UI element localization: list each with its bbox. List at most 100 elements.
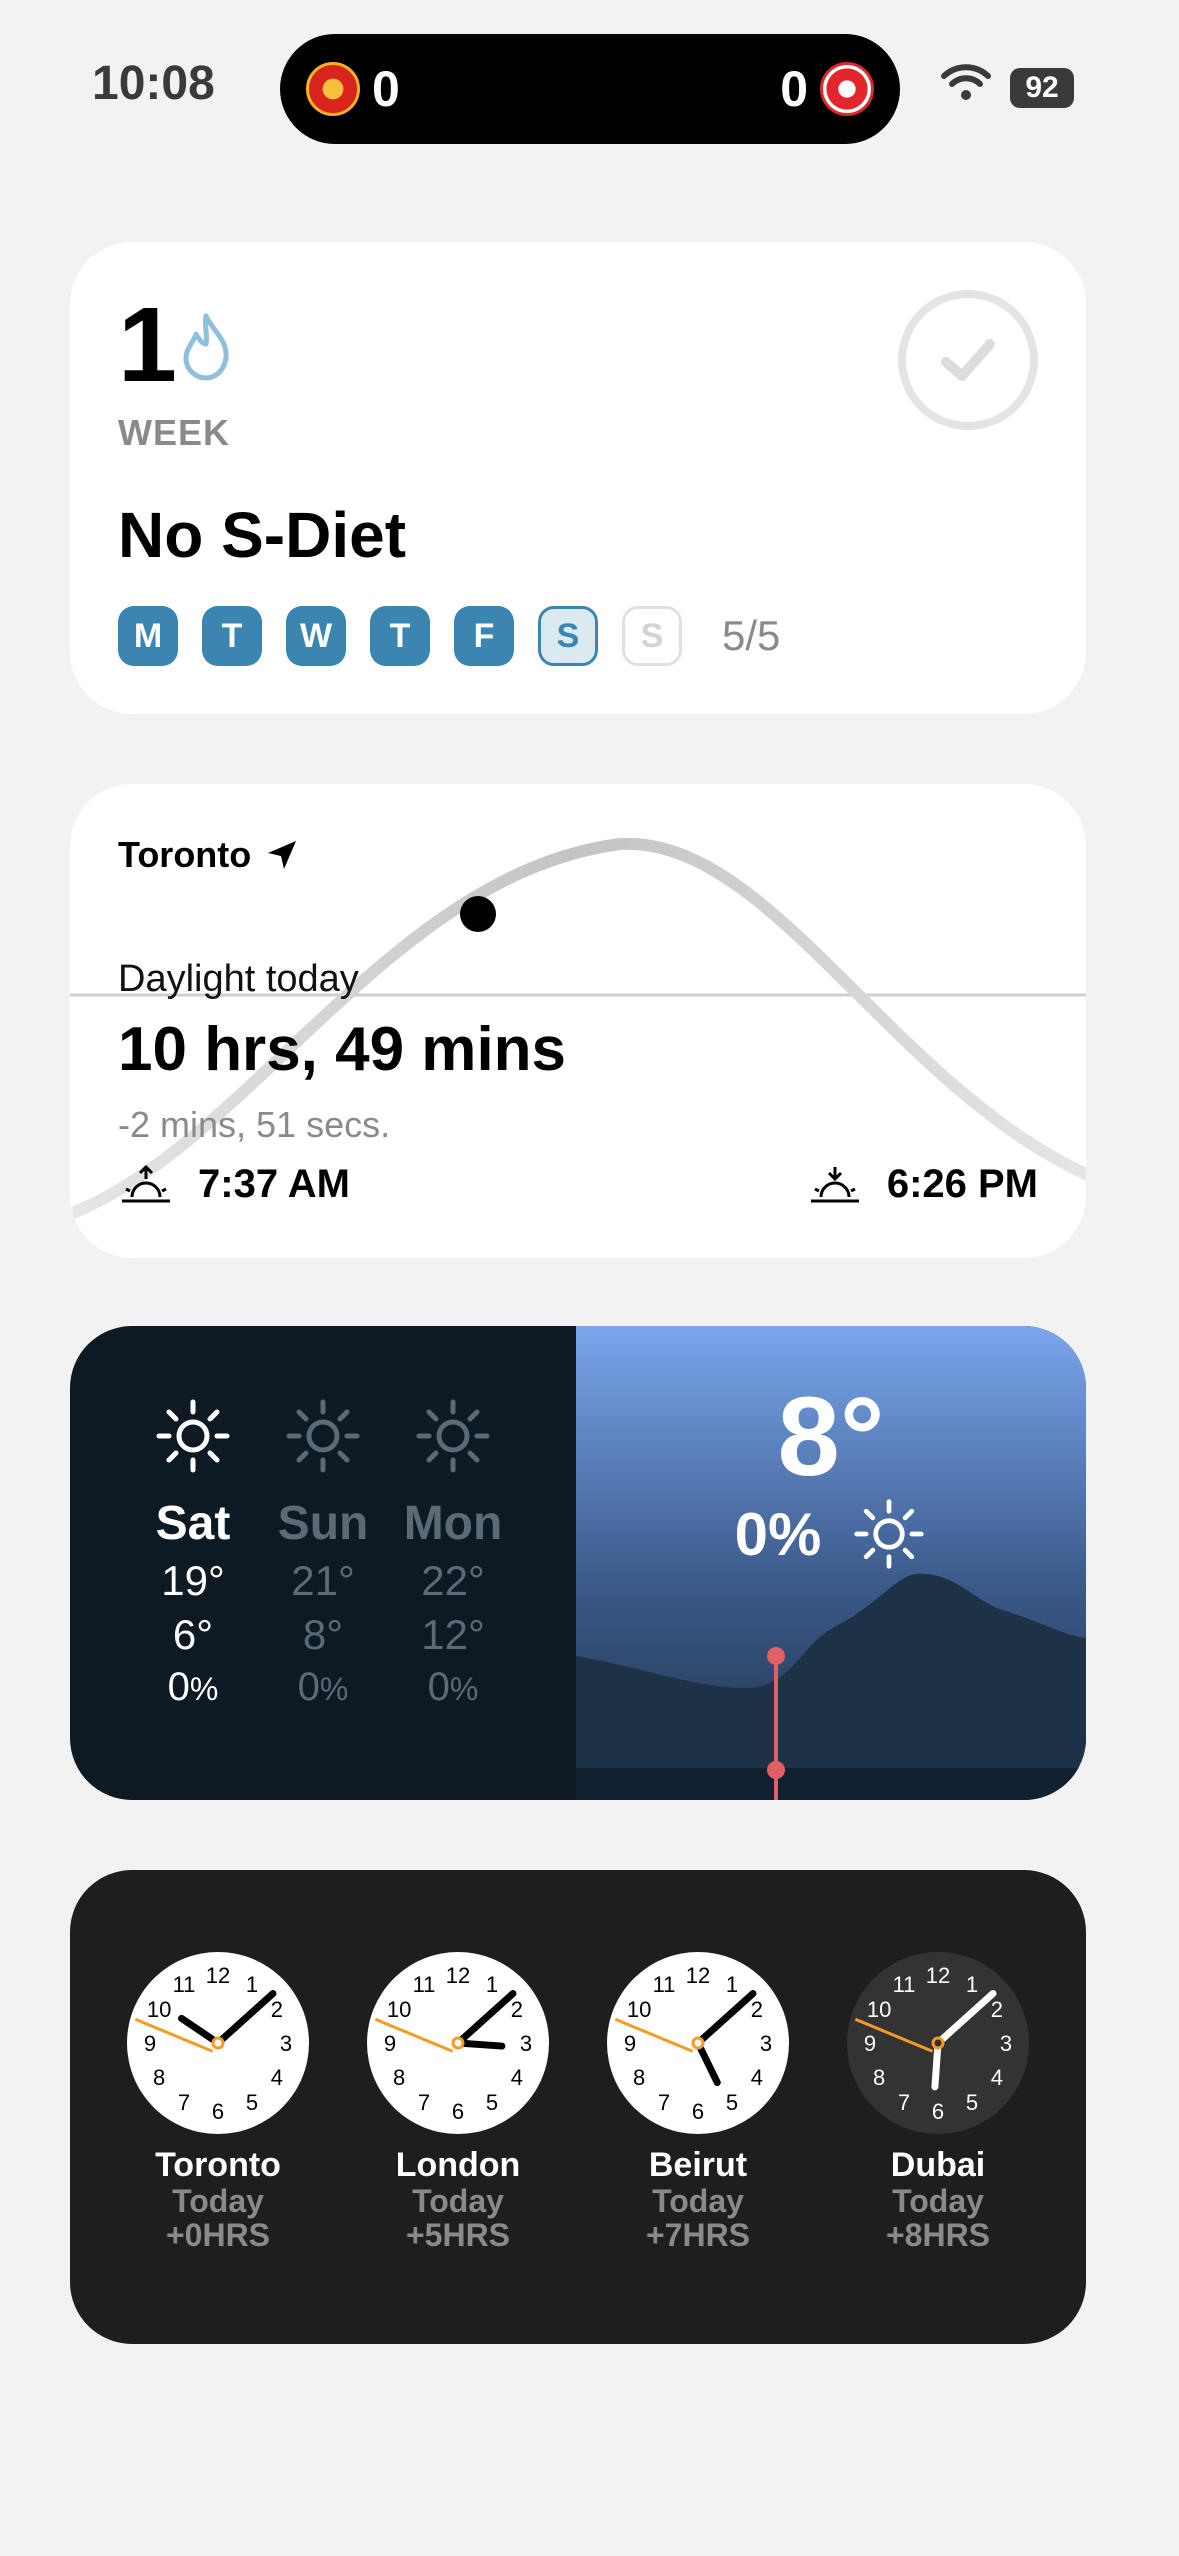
forecast-rain: 0% (297, 1665, 349, 1709)
battery-indicator: 92 (1010, 68, 1074, 108)
live-activity-score[interactable]: 0 0 (280, 34, 900, 144)
hour-hand (454, 2039, 506, 2050)
clock-numeral: 1 (486, 1972, 498, 1997)
clock-city: London (395, 2146, 521, 2184)
clock-day: Today (172, 2183, 264, 2219)
location-arrow-icon (268, 841, 297, 869)
clock-numeral: 8 (873, 2065, 885, 2090)
sun-icon (286, 1399, 360, 1473)
day-chip-sat[interactable]: S (538, 606, 598, 666)
clock-numeral: 9 (864, 2031, 876, 2056)
clock-numeral: 2 (991, 1997, 1003, 2022)
sun-icon (854, 1499, 925, 1569)
clock-numeral: 2 (271, 1997, 283, 2022)
clock-numeral: 1 (966, 1972, 978, 1997)
sun-icon (156, 1399, 230, 1473)
day-chip-sun[interactable]: S (622, 606, 682, 666)
clock-center (451, 2036, 465, 2050)
flame-icon (183, 313, 229, 381)
day-chip-fri[interactable]: F (454, 606, 514, 666)
clock-center (691, 2036, 705, 2050)
forecast-rain: 0% (167, 1665, 219, 1709)
current-temperature: 8° (777, 1374, 885, 1499)
streak-unit: WEEK (118, 412, 230, 453)
away-team-logo-icon (820, 62, 874, 116)
daylight-widget[interactable]: Toronto Daylight today 10 hrs, 49 mins -… (70, 784, 1086, 1258)
day-chip-thu[interactable]: T (370, 606, 430, 666)
city-name: Toronto (118, 834, 252, 875)
sunset-icon (810, 1166, 859, 1202)
hour-hand (931, 2039, 942, 2091)
clock-numeral: 1 (246, 1972, 258, 1997)
forecast-day-label: Sun (277, 1497, 369, 1550)
clock-numeral: 9 (144, 2031, 156, 2056)
day-chip-tue[interactable]: T (202, 606, 262, 666)
clock-face: 1234567891011 12 (607, 1952, 789, 2134)
clock-numeral: 8 (393, 2065, 405, 2090)
clock-face: 1234567891011 12 (367, 1952, 549, 2134)
clock-numeral: 6 (932, 2099, 944, 2124)
clock-numeral: 12 (686, 1963, 710, 1988)
sunrise-time: 7:37 AM (198, 1162, 350, 1206)
forecast-high: 22° (421, 1557, 485, 1604)
clock-numeral: 3 (520, 2031, 532, 2056)
clock-day: Today (412, 2183, 504, 2219)
clock-numeral: 6 (212, 2099, 224, 2124)
clock-day: Today (652, 2183, 744, 2219)
forecast-day-mon: Mon 22° 12° 0% (388, 1396, 518, 1710)
daylight-change: -2 mins, 51 secs. (118, 1104, 391, 1145)
current-conditions-panel: 8° 0% (576, 1326, 1086, 1800)
clock-numeral: 4 (751, 2065, 763, 2090)
clock-numeral: 4 (271, 2065, 283, 2090)
sunrise-row: 7:37 AM (118, 1162, 350, 1207)
home-score: 0 (372, 61, 400, 117)
clock-numeral: 2 (511, 1997, 523, 2022)
clock-numeral: 8 (633, 2065, 645, 2090)
clock-numeral: 9 (384, 2031, 396, 2056)
forecast-high: 19° (161, 1557, 225, 1604)
day-chip-mon[interactable]: M (118, 606, 178, 666)
clock-numeral: 8 (153, 2065, 165, 2090)
clock-numeral: 12 (446, 1963, 470, 1988)
forecast-day-sat: Sat 19° 6° 0% (128, 1396, 258, 1710)
clock-offset: +7HRS (645, 2216, 751, 2253)
clock-london: 1 2 3 4 5 6 7 8 9 10 11 12 London Today +5HRS (338, 1950, 578, 2252)
clock-numeral: 10 (147, 1997, 171, 2022)
day-chip-wed[interactable]: W (286, 606, 346, 666)
forecast-day-label: Sat (155, 1497, 231, 1550)
clock-numeral: 11 (173, 1972, 196, 1997)
checkmark-circle-icon[interactable] (896, 288, 1040, 432)
wifi-icon (941, 64, 991, 100)
clock-numeral: 7 (178, 2090, 190, 2115)
sunset-time: 6:26 PM (886, 1162, 1038, 1206)
clock-toronto: 1 2 3 4 5 6 7 8 9 10 11 12 Toronto Today +0HRS (98, 1950, 338, 2252)
forecast-low: 6° (172, 1611, 214, 1658)
clock-city: Beirut (648, 2146, 748, 2184)
clock-numeral: 3 (1000, 2031, 1012, 2056)
forecast-high: 21° (291, 1557, 355, 1604)
clock-face: 1234567891011 12 (127, 1952, 309, 2134)
clock-numeral: 3 (280, 2031, 292, 2056)
clock-numeral: 6 (452, 2099, 464, 2124)
clock-offset: +0HRS (165, 2216, 271, 2253)
clock-city: Dubai (890, 2146, 986, 2184)
clock-numeral: 5 (486, 2090, 498, 2115)
habit-widget[interactable]: 1 WEEK No S-Diet M T W T F S S 5/5 (70, 242, 1086, 714)
daylight-duration: 10 hrs, 49 mins (118, 1015, 567, 1084)
clock-numeral: 12 (926, 1963, 950, 1988)
clock-city: Toronto (155, 2146, 281, 2184)
home-team-logo-icon (306, 62, 360, 116)
clock-numeral: 4 (991, 2065, 1003, 2090)
clock-numeral: 11 (413, 1972, 436, 1997)
clock-center (931, 2036, 945, 2050)
clock-dubai: 1 2 3 4 5 6 7 8 9 10 11 12 Dubai Today +8HRS (818, 1950, 1058, 2252)
forecast-day-sun: Sun 21° 8° 0% (258, 1396, 388, 1710)
streak-count: 1 (118, 286, 177, 404)
clock-center (211, 2036, 225, 2050)
weather-widget[interactable]: Sat 19° 6° 0% Sun 21° 8° 0% Mon 22° 12° … (70, 1326, 1086, 1800)
clock-numeral: 1 (726, 1972, 738, 1997)
world-clock-widget[interactable]: 1 2 3 4 5 6 7 8 9 10 11 12 Toronto Today +0HRS 1234… (70, 1870, 1086, 2344)
sun-position-marker (460, 896, 496, 932)
forecast-low: 12° (421, 1611, 485, 1658)
clock-numeral: 6 (692, 2099, 704, 2124)
